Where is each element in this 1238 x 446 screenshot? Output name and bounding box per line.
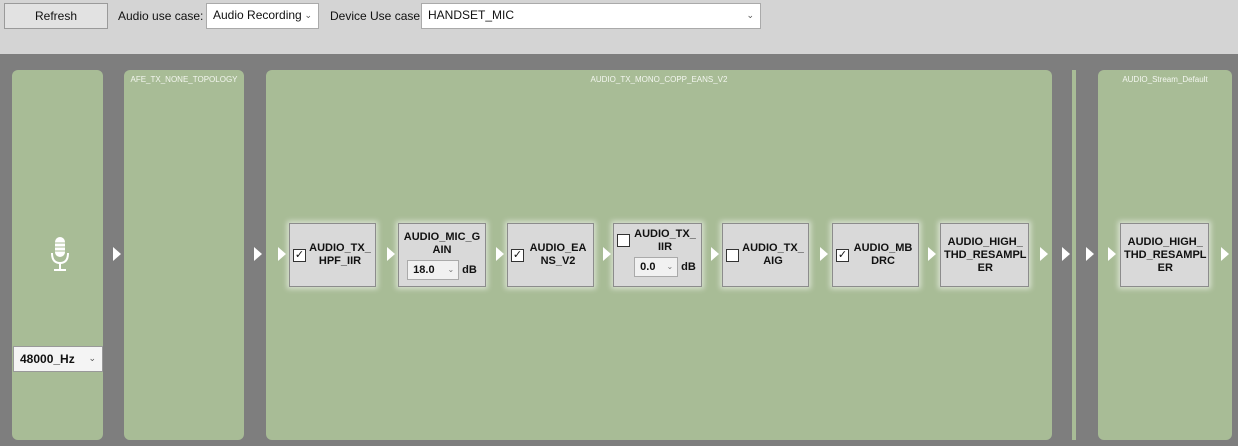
device-use-case-label: Device Use case:: [330, 9, 424, 23]
module-audio-tx-iir[interactable]: AUDIO_TX_ IIR 0.0 ⌄ dB: [613, 223, 702, 287]
audio-use-case-select[interactable]: Audio Recording ⌄: [206, 3, 319, 29]
flow-arrow-icon: [387, 247, 395, 261]
flow-arrow-icon: [1221, 247, 1229, 261]
module-label: AUDIO_MB DRC: [853, 242, 913, 267]
flow-arrow-icon: [1062, 247, 1070, 261]
sample-rate-value: 48000_Hz: [20, 352, 75, 366]
module-audio-high-thd-resampler-copp[interactable]: AUDIO_HIGH_ THD_RESAMPL ER: [940, 223, 1029, 287]
flow-arrow-icon: [254, 247, 262, 261]
flow-arrow-icon: [496, 247, 504, 261]
stream-title: AUDIO_Stream_Default: [1122, 75, 1208, 84]
module-label: AUDIO_TX_ HPF_IIR: [309, 242, 371, 267]
module-label: AUDIO_HIGH_ THD_RESAMPL ER: [944, 235, 1027, 274]
module-label: AUDIO_MIC_G AIN: [403, 230, 481, 256]
module-label: AUDIO_TX_ AIG: [742, 242, 804, 267]
chevron-down-icon: ⌄: [88, 353, 96, 363]
flow-arrow-icon: [1108, 247, 1116, 261]
device-use-case-select[interactable]: HANDSET_MIC ⌄: [421, 3, 761, 29]
flow-arrow-icon: [928, 247, 936, 261]
module-label: AUDIO_HIGH_ THD_RESAMPL ER: [1124, 235, 1207, 274]
chevron-down-icon: ⌄: [746, 10, 754, 20]
mic-gain-unit: dB: [462, 263, 477, 276]
audio-use-case-label: Audio use case:: [118, 9, 204, 23]
module-audio-eans-v2[interactable]: ✓ AUDIO_EA NS_V2: [507, 223, 594, 287]
module-audio-tx-hpf-iir[interactable]: ✓ AUDIO_TX_ HPF_IIR: [289, 223, 376, 287]
module-enable-checkbox[interactable]: ✓: [511, 248, 524, 262]
sample-rate-select[interactable]: 48000_Hz ⌄: [13, 346, 103, 372]
flow-arrow-icon: [278, 247, 286, 261]
flow-arrow-icon: [820, 247, 828, 261]
tx-iir-select[interactable]: 0.0 ⌄: [634, 257, 679, 277]
flow-arrow-icon: [711, 247, 719, 261]
mic-gain-select[interactable]: 18.0 ⌄: [407, 259, 460, 280]
module-label: AUDIO_EA NS_V2: [529, 242, 587, 267]
audio-use-case-value: Audio Recording: [213, 8, 302, 22]
tx-iir-value: 0.0: [640, 261, 656, 273]
device-use-case-value: HANDSET_MIC: [428, 8, 515, 22]
module-enable-checkbox[interactable]: ✓: [293, 248, 306, 262]
module-audio-mic-gain[interactable]: AUDIO_MIC_G AIN 18.0 ⌄ dB: [398, 223, 486, 287]
flow-arrow-icon: [1040, 247, 1048, 261]
module-audio-tx-aig[interactable]: AUDIO_TX_ AIG: [722, 223, 809, 287]
afe-topology-panel: AFE_TX_NONE_TOPOLOGY: [124, 70, 244, 440]
flow-arrow-icon: [113, 247, 121, 261]
mic-gain-value: 18.0: [413, 263, 435, 276]
chevron-down-icon: ⌄: [304, 10, 312, 20]
module-audio-mbdrc[interactable]: ✓ AUDIO_MB DRC: [832, 223, 919, 287]
module-label: AUDIO_TX_ IIR: [634, 228, 696, 253]
module-enable-checkbox[interactable]: [726, 248, 739, 262]
microphone-icon: [51, 237, 69, 271]
module-audio-high-thd-resampler-stream[interactable]: AUDIO_HIGH_ THD_RESAMPL ER: [1120, 223, 1209, 287]
afe-topology-title: AFE_TX_NONE_TOPOLOGY: [130, 75, 238, 84]
module-enable-checkbox[interactable]: ✓: [836, 248, 849, 262]
flow-arrow-icon: [603, 247, 611, 261]
chevron-down-icon: ⌄: [447, 264, 455, 274]
divider: [1072, 70, 1076, 440]
flow-arrow-icon: [1086, 247, 1094, 261]
chevron-down-icon: ⌄: [666, 262, 674, 271]
module-enable-checkbox[interactable]: [617, 234, 630, 247]
refresh-button[interactable]: Refresh: [4, 3, 108, 29]
copp-topology-title: AUDIO_TX_MONO_COPP_EANS_V2: [590, 75, 728, 84]
toolbar: Refresh Audio use case: Audio Recording …: [0, 0, 1238, 54]
tx-iir-unit: dB: [681, 261, 696, 273]
